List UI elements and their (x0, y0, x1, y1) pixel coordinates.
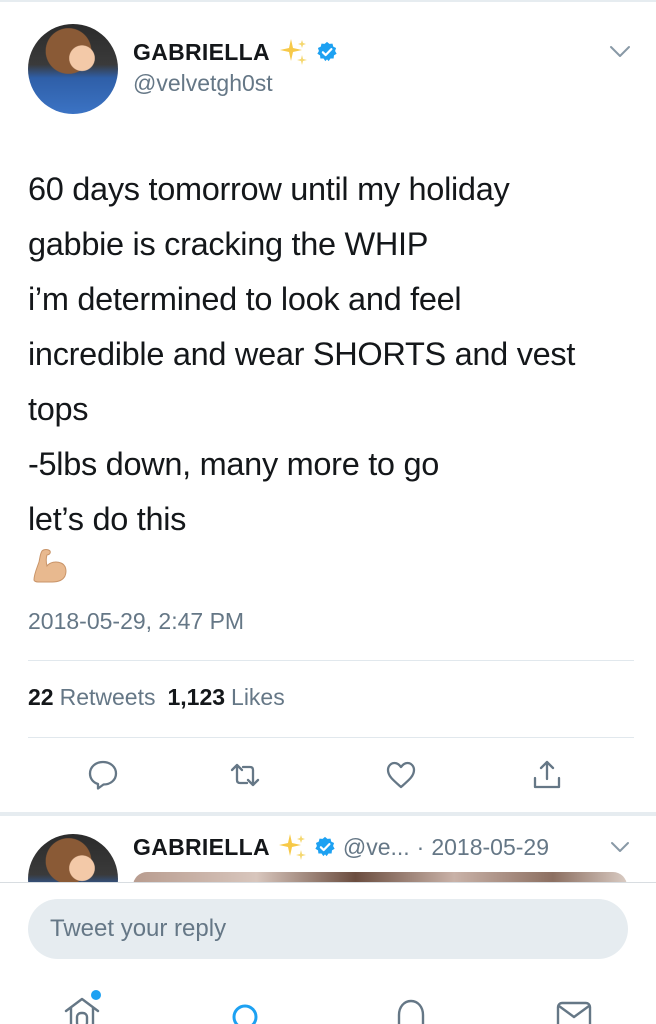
reply-tweet-date[interactable]: 2018-05-29 (431, 834, 549, 861)
tweet-text-line: gabbie is cracking the WHIP (28, 226, 429, 262)
engagement-stats: 22 Retweets 1,123 Likes (28, 684, 285, 711)
sparkles-icon (278, 834, 306, 860)
reply-tweet-header[interactable]: GABRIELLA @ve... · 2018-05-29 (133, 830, 549, 864)
likes-label: Likes (231, 684, 285, 710)
tweet-text-line: tops (28, 391, 89, 427)
tweet-timestamp[interactable]: 2018-05-29, 2:47 PM (28, 608, 244, 635)
author-display-name[interactable]: GABRIELLA (133, 39, 270, 66)
tweet-text-line: incredible and wear SHORTS and vest (28, 336, 576, 372)
reply-author-handle[interactable]: @ve... (343, 834, 410, 861)
likes-count: 1,123 (167, 684, 226, 710)
retweets-label: Retweets (59, 684, 156, 710)
sparkles-icon (279, 39, 307, 65)
verified-icon (315, 836, 335, 857)
tweet-text-line: -5lbs down, many more to go (28, 446, 439, 482)
retweets-count: 22 (28, 684, 54, 710)
tweet-actions (0, 752, 656, 798)
tweet-text-line: 60 days tomorrow until my holiday (28, 171, 510, 207)
reply-composer-area: Tweet your reply (0, 882, 656, 1024)
section-separator (0, 812, 656, 816)
reply-author-display-name[interactable]: GABRIELLA (133, 834, 270, 861)
chevron-down-icon[interactable] (608, 42, 632, 62)
verified-icon (317, 41, 337, 62)
like-icon[interactable] (384, 758, 418, 792)
tweet-text: 60 days tomorrow until my holiday gabbie… (28, 162, 638, 547)
tweet-text-line: let’s do this (28, 501, 187, 537)
likes-stat[interactable]: 1,123 Likes (167, 684, 284, 711)
notifications-icon[interactable] (391, 993, 431, 1024)
bottom-tab-bar (0, 990, 656, 1024)
divider (28, 737, 634, 738)
divider (28, 660, 634, 661)
chevron-down-icon[interactable] (610, 838, 630, 856)
author-name-row[interactable]: GABRIELLA (133, 36, 338, 68)
retweets-stat[interactable]: 22 Retweets (28, 684, 155, 711)
search-icon[interactable] (225, 993, 265, 1024)
top-border (0, 0, 656, 2)
meta-separator: · (416, 833, 425, 860)
tweet-text-line: i’m determined to look and feel (28, 281, 462, 317)
author-handle[interactable]: @velvetgh0st (133, 70, 273, 97)
notification-dot (91, 990, 101, 1000)
flexed-biceps-icon (33, 549, 67, 583)
home-icon[interactable] (62, 990, 102, 1024)
reply-icon[interactable] (86, 758, 120, 792)
author-avatar[interactable] (28, 24, 118, 114)
retweet-icon[interactable] (228, 758, 262, 792)
share-icon[interactable] (530, 758, 564, 792)
messages-icon[interactable] (554, 993, 594, 1024)
reply-input[interactable]: Tweet your reply (28, 899, 628, 959)
